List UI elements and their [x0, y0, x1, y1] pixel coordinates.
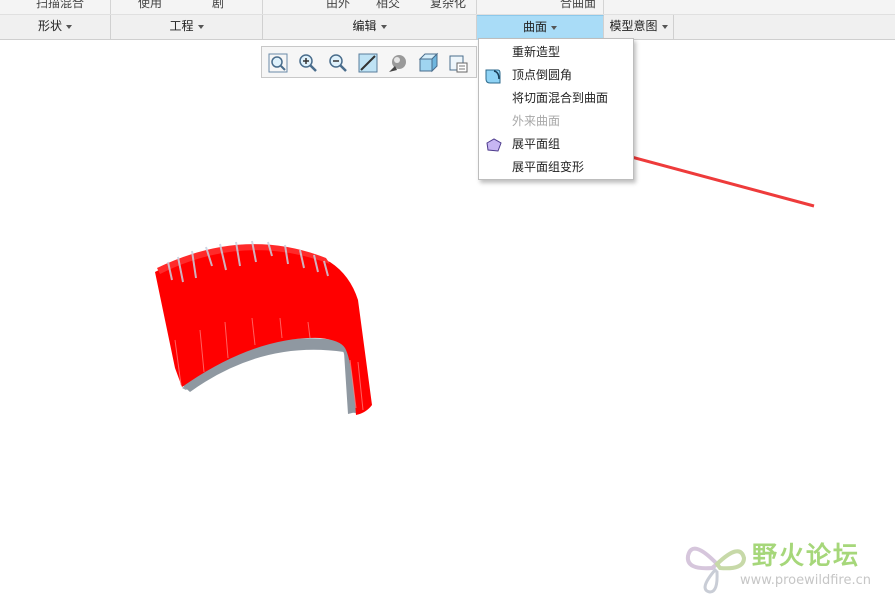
watermark: 野火论坛 www.proewildfire.cn: [682, 534, 887, 596]
menu-item-label: 将切面混合到曲面: [512, 91, 609, 105]
menu-item-label: 顶点倒圆角: [512, 68, 573, 82]
menu-item-label: 展平面组: [512, 137, 561, 151]
watermark-title: 野火论坛: [752, 541, 861, 570]
curved-surface-model[interactable]: [155, 240, 372, 415]
menu-item-flatten-quilt[interactable]: 展平面组: [479, 133, 633, 156]
graphics-window[interactable]: [0, 0, 895, 602]
menu-item-blend-tangent-to-surfaces[interactable]: 将切面混合到曲面: [479, 87, 633, 110]
flatten-quilt-icon: [484, 136, 502, 154]
menu-item-flatten-quilt-deform[interactable]: 展平面组变形: [479, 156, 633, 179]
menu-item-label: 外来曲面: [512, 114, 561, 128]
menu-item-vertex-round[interactable]: 顶点倒圆角: [479, 64, 633, 87]
vertex-round-icon: [484, 67, 502, 85]
menu-item-label: 重新造型: [512, 45, 561, 59]
menu-item-import-surface[interactable]: 外来曲面: [479, 110, 633, 133]
menu-item-label: 展平面组变形: [512, 160, 585, 174]
surfaces-dropdown-menu: 重新造型 顶点倒圆角 将切面混合到曲面 外来曲面 展平面组 展平面组变形: [478, 38, 634, 180]
watermark-url: www.proewildfire.cn: [740, 573, 871, 588]
menu-item-restyle[interactable]: 重新造型: [479, 41, 633, 64]
